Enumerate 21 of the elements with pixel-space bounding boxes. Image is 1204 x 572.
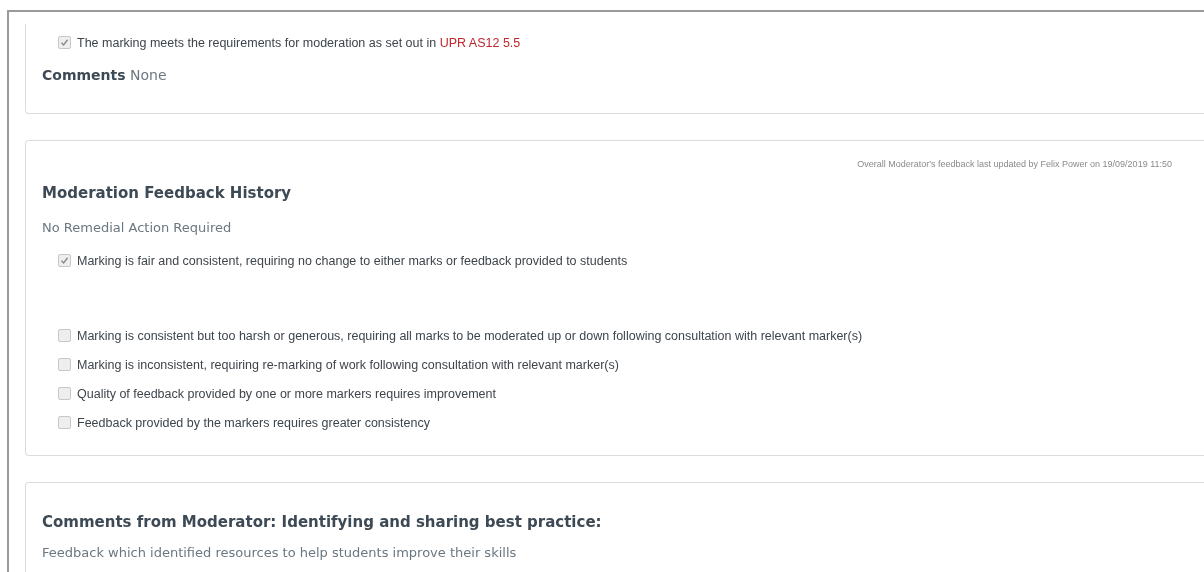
checkbox[interactable] xyxy=(58,358,71,371)
checkbox[interactable] xyxy=(58,329,71,342)
last-updated-note: Overall Moderator's feedback last updated by Felix Power on 19/09/2019 11:50 xyxy=(857,159,1172,169)
checkbox[interactable] xyxy=(58,387,71,400)
checkbox[interactable] xyxy=(58,254,71,267)
checkbox[interactable] xyxy=(58,416,71,429)
check-icon xyxy=(60,38,69,47)
outcome-text: No Remedial Action Required xyxy=(42,220,232,235)
criterion-text: The marking meets the requirements for moderation as set out in UPR AS12 5.5 xyxy=(77,35,521,50)
option-label: Marking is consistent but too harsh or generous, requiring all marks to be moderated up or down following consultation with relevant marker(s) xyxy=(77,328,863,343)
check-icon xyxy=(60,256,69,265)
checkbox[interactable] xyxy=(58,36,71,49)
regulation-link[interactable]: UPR AS12 5.5 xyxy=(439,35,521,50)
option-label: Feedback provided by the markers requires greater consistency xyxy=(77,415,430,430)
comments-text: Comments None xyxy=(42,67,168,85)
option-label: Marking is inconsistent, requiring re-marking of work following consultation with relevant marker(s) xyxy=(77,357,619,372)
comment-text: Feedback which identified resources to help students improve their skills xyxy=(42,545,517,560)
section-title: Comments from Moderator: Identifying and sharing best practice: xyxy=(42,513,602,531)
option-label: Marking is fair and consistent, requiring no change to either marks or feedback provided to students xyxy=(77,253,628,268)
option-label: Quality of feedback provided by one or more markers requires improvement xyxy=(77,386,496,401)
section-title: Moderation Feedback History xyxy=(42,184,292,202)
